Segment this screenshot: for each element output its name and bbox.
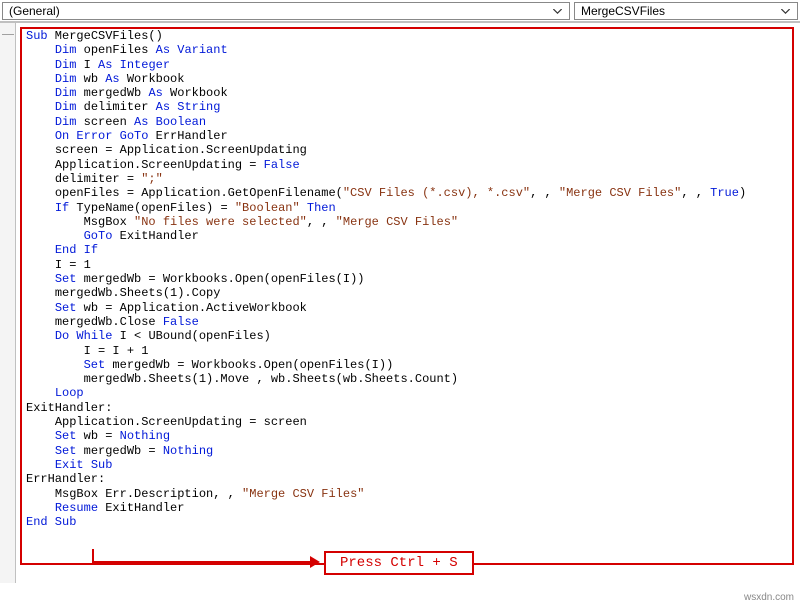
callout-arrow: Press Ctrl + S: [26, 561, 800, 583]
procedure-selector[interactable]: MergeCSVFiles: [574, 2, 798, 20]
callout-label: Press Ctrl + S: [340, 555, 458, 571]
procedure-selector-value: MergeCSVFiles: [581, 4, 665, 18]
arrow-horizontal: [92, 561, 314, 563]
arrow-vertical: [92, 549, 94, 561]
code-pane-annotated: Sub MergeCSVFiles() Dim openFiles As Var…: [20, 27, 794, 565]
splitter-handle[interactable]: [2, 25, 14, 35]
vba-code[interactable]: Sub MergeCSVFiles() Dim openFiles As Var…: [22, 29, 792, 529]
object-selector-value: (General): [9, 4, 60, 18]
object-selector[interactable]: (General): [2, 2, 570, 20]
editor-container: Sub MergeCSVFiles() Dim openFiles As Var…: [0, 22, 800, 583]
press-ctrl-s-callout: Press Ctrl + S: [324, 551, 474, 575]
chevron-down-icon: [777, 4, 793, 18]
editor-gutter: [0, 23, 16, 583]
arrow-head-icon: [310, 556, 320, 568]
object-procedure-bar: (General) MergeCSVFiles: [0, 0, 800, 22]
watermark-text: wsxdn.com: [744, 592, 794, 603]
code-area: Sub MergeCSVFiles() Dim openFiles As Var…: [16, 23, 800, 583]
chevron-down-icon: [549, 4, 565, 18]
